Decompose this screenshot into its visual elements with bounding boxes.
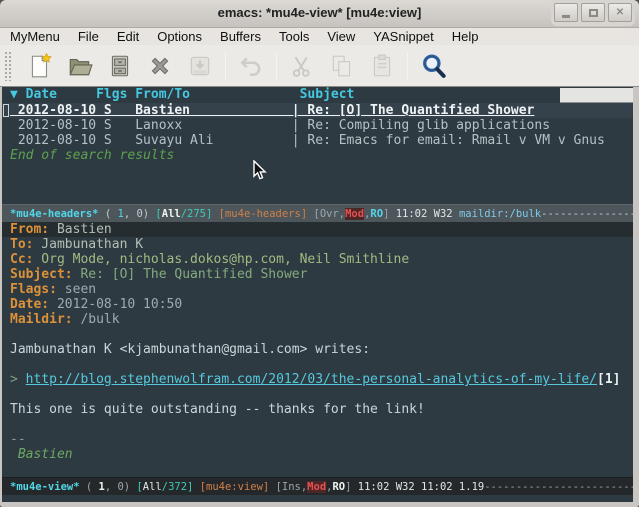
copy-icon xyxy=(329,53,355,79)
headers-column-titles[interactable]: ▼ Date Flgs From/To Subject xyxy=(10,87,354,103)
mouse-pointer xyxy=(253,160,267,181)
toolbar-grip[interactable] xyxy=(4,51,13,81)
field-flags: Flags: seen xyxy=(10,282,96,297)
modeline-major-mode: [mu4e:view] xyxy=(200,481,270,493)
message-row[interactable]: 2012-08-10 S Bastien | Re: [O] The Quant… xyxy=(10,103,534,118)
modeline-readonly-flag: RO xyxy=(332,481,345,493)
field-maildir: Maildir: /bulk xyxy=(10,312,120,327)
tool-bar xyxy=(0,45,639,87)
field-cc: Cc: Org Mode, nicholas.dokos@hp.com, Nei… xyxy=(10,252,409,267)
emacs-window: emacs: *mu4e-view* [mu4e:view] ✕ MyMenu … xyxy=(0,0,639,507)
menu-item-options[interactable]: Options xyxy=(148,28,211,45)
save-icon xyxy=(187,53,213,79)
quoted-link-line: > http://blog.stephenwolfram.com/2012/03… xyxy=(10,372,621,387)
toolbar-separator xyxy=(225,52,226,80)
end-of-search-results: End of search results xyxy=(10,148,174,163)
modeline-clock: 11:02 W32 xyxy=(396,208,459,220)
new-file-icon xyxy=(27,53,53,79)
modeline-maildir: maildir:/bulk xyxy=(459,208,541,220)
frame-border: ▼ Date Flgs From/To Subject 2012-08-10 S… xyxy=(0,87,639,507)
paste-icon xyxy=(369,53,395,79)
close-x-icon xyxy=(147,53,173,79)
modeline-major-mode: [mu4e-headers] xyxy=(219,208,308,220)
minimize-button[interactable] xyxy=(554,3,578,22)
copy-button[interactable] xyxy=(327,50,357,82)
toolbar-separator xyxy=(276,52,277,80)
maximize-icon xyxy=(589,9,598,17)
undo-button[interactable] xyxy=(236,50,266,82)
file-cabinet-icon xyxy=(107,53,133,79)
menu-item-tools[interactable]: Tools xyxy=(270,28,318,45)
open-folder-icon xyxy=(67,53,93,79)
cut-button[interactable] xyxy=(287,50,317,82)
window-controls: ✕ xyxy=(551,0,635,26)
cut-icon xyxy=(289,53,315,79)
maximize-button[interactable] xyxy=(581,3,605,22)
message-row[interactable]: 2012-08-10 S Lanoxx | Re: Compiling glib… xyxy=(10,118,550,133)
toolbar-separator xyxy=(407,52,408,80)
signature-separator: -- xyxy=(10,432,26,447)
mode-line-view[interactable]: *mu4e-view* ( 1, 0) [All/372] [mu4e:view… xyxy=(2,477,633,495)
window-title: emacs: *mu4e-view* [mu4e:view] xyxy=(0,5,639,20)
comment-line: This one is quite outstanding -- thanks … xyxy=(10,402,425,417)
modeline-readonly-flag: RO xyxy=(370,208,383,220)
menu-item-help[interactable]: Help xyxy=(443,28,488,45)
mode-line-headers[interactable]: *mu4e-headers* ( 1, 0) [All/275] [mu4e-h… xyxy=(2,204,633,222)
search-icon xyxy=(420,52,447,79)
menu-bar: MyMenu File Edit Options Buffers Tools V… xyxy=(0,28,639,45)
hollow-cursor xyxy=(3,104,9,117)
close-button[interactable]: ✕ xyxy=(608,3,632,22)
close-icon: ✕ xyxy=(616,7,624,18)
minimize-icon xyxy=(562,15,570,18)
echo-area xyxy=(2,495,633,502)
save-button[interactable] xyxy=(185,50,215,82)
menu-item-file[interactable]: File xyxy=(69,28,108,45)
paste-button[interactable] xyxy=(367,50,397,82)
quote-prefix: > xyxy=(10,372,26,387)
message-row[interactable]: 2012-08-10 S Suvayu Ali | Re: Emacs for … xyxy=(10,133,605,148)
menu-item-mymenu[interactable]: MyMenu xyxy=(0,28,69,45)
menu-item-view[interactable]: View xyxy=(318,28,364,45)
signature: Bastien xyxy=(10,447,73,462)
modeline-modified-flag: Mod xyxy=(345,208,364,220)
menu-item-edit[interactable]: Edit xyxy=(108,28,148,45)
dired-button[interactable] xyxy=(105,50,135,82)
modeline-buffer-name: *mu4e-view* xyxy=(10,481,80,493)
body-link[interactable]: http://blog.stephenwolfram.com/2012/03/t… xyxy=(26,372,597,387)
modeline-buffer-name: *mu4e-headers* xyxy=(10,208,99,220)
attribution-line: Jambunathan K <kjambunathan@gmail.com> w… xyxy=(10,342,370,357)
modeline-modified-flag: Mod xyxy=(307,481,326,493)
header-line-fill xyxy=(560,88,633,103)
kill-buffer-button[interactable] xyxy=(145,50,175,82)
menu-item-buffers[interactable]: Buffers xyxy=(211,28,270,45)
field-date: Date: 2012-08-10 10:50 xyxy=(10,297,182,312)
field-subject: Subject: Re: [O] The Quantified Shower xyxy=(10,267,307,282)
link-footnote-ref: [1] xyxy=(597,372,620,387)
new-file-button[interactable] xyxy=(25,50,55,82)
menu-item-yasnippet[interactable]: YASnippet xyxy=(364,28,442,45)
editor-area: ▼ Date Flgs From/To Subject 2012-08-10 S… xyxy=(2,87,633,502)
search-button[interactable] xyxy=(418,50,448,82)
modeline-clock: 11:02 W32 11:02 1.19 xyxy=(358,481,484,493)
undo-icon xyxy=(238,53,264,79)
title-bar[interactable]: emacs: *mu4e-view* [mu4e:view] ✕ xyxy=(0,0,639,28)
field-from: From: Bastien xyxy=(10,222,112,237)
open-folder-button[interactable] xyxy=(65,50,95,82)
field-to: To: Jambunathan K xyxy=(10,237,143,252)
